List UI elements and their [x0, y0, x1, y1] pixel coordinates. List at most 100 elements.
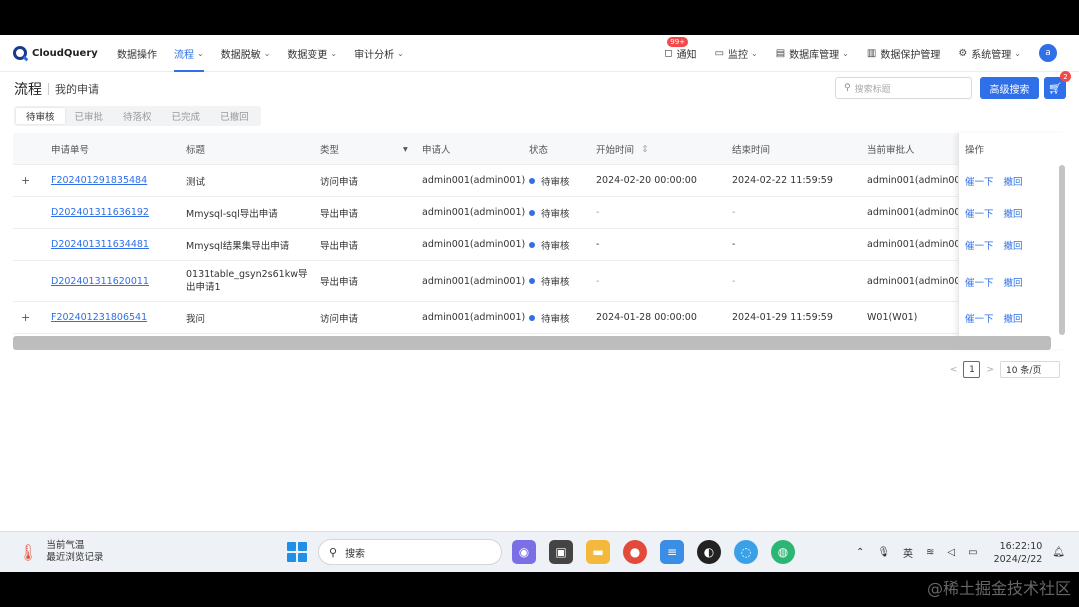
top-nav-bar: CloudQuery 数据操作 流程 ⌄ 数据脱敏 ⌄ 数据变更 ⌄ 审计分析 ⌄ 99… [0, 35, 1079, 72]
application-id-link[interactable]: F202401231806541 [51, 302, 147, 333]
withdraw-button[interactable]: 撤回 [1004, 174, 1023, 188]
chat-icon[interactable]: ◌ [734, 540, 758, 564]
tab-approved[interactable]: 已审批 [65, 108, 114, 124]
status-cell: 待审核 [529, 261, 570, 301]
avatar[interactable]: a [1039, 44, 1057, 62]
ime-indicator[interactable]: 英 [903, 545, 913, 560]
notepad-icon[interactable]: ≡ [660, 540, 684, 564]
app-icon[interactable]: ◐ [697, 540, 721, 564]
application-id-link[interactable]: F202401291835484 [51, 165, 147, 196]
application-id-link[interactable]: D202401311620011 [51, 261, 149, 301]
tab-completed[interactable]: 已完成 [162, 108, 211, 124]
volume-icon[interactable]: ◁ [947, 547, 955, 558]
applications-table: 申请单号 标题 类型 ▾ 申请人 状态 开始时间 ⇕ 结束时间 当前审批人 + … [13, 133, 1066, 349]
status-text: 待审核 [541, 208, 570, 220]
column-header[interactable]: 申请人 [422, 133, 451, 165]
tab-withdrawn[interactable]: 已撤回 [210, 108, 259, 124]
column-header[interactable]: 当前审批人 [867, 133, 915, 165]
taskbar-apps: ◉ ▣ ▬ ● ≡ ◐ ◌ ◍ [512, 540, 808, 564]
vertical-scrollbar[interactable] [1059, 165, 1065, 335]
data-protect-link[interactable]: ▥ 数据保护管理 [867, 46, 940, 61]
page-size-select[interactable]: 10 条/页 [1000, 361, 1060, 378]
application-id-link[interactable]: D202401311636192 [51, 197, 149, 228]
column-header[interactable]: 结束时间 [732, 133, 770, 165]
remind-button[interactable]: 催一下 [965, 174, 994, 188]
approver-cell: admin001(admin001 [867, 275, 967, 287]
system-manage-menu[interactable]: ⚙ 系统管理 ⌄ [958, 46, 1021, 61]
nav-label: 数据脱敏 [220, 49, 261, 61]
nav-data-masking[interactable]: 数据脱敏 ⌄ [221, 35, 271, 72]
battery-icon[interactable]: ▭ [968, 547, 977, 558]
wifi-icon[interactable]: ≋ [926, 547, 934, 558]
applicant-cell: admin001(admin001) [422, 312, 526, 323]
main-nav: 数据操作 流程 ⌄ 数据脱敏 ⌄ 数据变更 ⌄ 审计分析 ⌄ [117, 35, 421, 72]
nav-label: 流程 [174, 49, 194, 61]
table-row: D202401311620011 0131table_gsyn2s61kw导出申… [13, 261, 1066, 302]
task-view-icon[interactable]: ▣ [549, 540, 573, 564]
nav-workflow[interactable]: 流程 ⌄ [174, 35, 204, 72]
expand-icon[interactable]: + [21, 165, 30, 196]
actions-cell: 催一下 撤回 [965, 302, 1033, 334]
nav-data-operation[interactable]: 数据操作 [117, 35, 157, 72]
remind-button[interactable]: 催一下 [965, 275, 994, 289]
clock[interactable]: 16:22:10 2024/2/22 [994, 540, 1043, 566]
search-placeholder: 搜索标题 [854, 84, 891, 95]
column-header[interactable]: 状态 [529, 133, 548, 165]
page-number[interactable]: 1 [963, 361, 981, 378]
title-cell: 0131table_gsyn2s61kw导出申请1 [186, 269, 308, 293]
data-protect-label: 数据保护管理 [880, 49, 941, 61]
notice-button[interactable]: 99+ ◻ 通知 [664, 36, 697, 61]
applicant-cell: admin001(admin001) [422, 175, 526, 186]
remind-button[interactable]: 催一下 [965, 311, 994, 325]
cart-button[interactable]: 🛒︎ 2 [1044, 71, 1071, 99]
search-input[interactable]: ⚲ 搜索标题 [835, 77, 972, 99]
monitor-menu[interactable]: ▭ 监控 ⌄ [715, 46, 758, 61]
withdraw-button[interactable]: 撤回 [1004, 275, 1023, 289]
title-cell: Mmysql-sql导出申请 [186, 208, 278, 220]
tab-pending[interactable]: 待审核 [16, 108, 65, 124]
column-header[interactable]: 标题 [186, 133, 205, 165]
prev-page-button[interactable]: < [950, 365, 958, 375]
monitor-label: 监控 [728, 49, 749, 61]
nav-data-change[interactable]: 数据变更 ⌄ [287, 35, 337, 72]
status-dot [529, 278, 535, 284]
withdraw-button[interactable]: 撤回 [1004, 311, 1023, 325]
chrome-icon[interactable]: ● [623, 540, 647, 564]
column-header[interactable]: 开始时间 [596, 133, 634, 165]
table-row: D202401311636192 Mmysql-sql导出申请 导出申请 adm… [13, 197, 1066, 229]
remind-button[interactable]: 催一下 [965, 238, 994, 252]
type-cell: 导出申请 [320, 277, 359, 288]
chevron-up-icon[interactable]: ⌃ [856, 547, 864, 558]
tab-pending-grant[interactable]: 待落权 [113, 108, 162, 124]
db-manage-menu[interactable]: ▤ 数据库管理 ⌄ [776, 46, 849, 61]
copilot-icon[interactable]: ◉ [512, 540, 536, 564]
column-header[interactable]: 申请单号 [51, 133, 89, 165]
withdraw-button[interactable]: 撤回 [1004, 238, 1023, 252]
nav-audit-analysis[interactable]: 审计分析 ⌄ [354, 35, 404, 72]
taskbar-search[interactable]: ⚲ 搜索 [318, 539, 502, 565]
search-icon: ⚲ [844, 83, 851, 93]
withdraw-button[interactable]: 撤回 [1004, 206, 1023, 220]
weather-text: 当前气温 最近浏览记录 [46, 540, 103, 564]
end-time-cell: - [732, 239, 736, 250]
column-header[interactable]: 类型 [320, 133, 339, 165]
horizontal-scrollbar[interactable] [13, 336, 1051, 350]
shield-icon: ▥ [866, 47, 877, 59]
status-text: 待审核 [541, 240, 570, 252]
remind-button[interactable]: 催一下 [965, 206, 994, 220]
windows-start-icon[interactable] [287, 542, 307, 562]
microphone-icon[interactable]: 🎙︎ [877, 547, 890, 558]
next-page-button[interactable]: > [986, 365, 994, 375]
expand-icon[interactable]: + [21, 302, 30, 333]
wechat-icon[interactable]: ◍ [771, 540, 795, 564]
status-text: 待审核 [541, 313, 570, 325]
filter-icon[interactable]: ▾ [403, 133, 408, 165]
logo[interactable]: CloudQuery [13, 46, 103, 60]
file-explorer-icon[interactable]: ▬ [586, 540, 610, 564]
advanced-search-button[interactable]: 高级搜索 [980, 77, 1039, 99]
table-row: + F202401231806541 我问 访问申请 admin001(admi… [13, 302, 1066, 334]
application-id-link[interactable]: D202401311634481 [51, 229, 149, 260]
sort-icon[interactable]: ⇕ [641, 133, 649, 165]
weather-widget[interactable]: 🌡︎ 当前气温 最近浏览记录 [18, 540, 178, 564]
notification-bell-icon[interactable]: 🔔︎ [1052, 547, 1065, 558]
